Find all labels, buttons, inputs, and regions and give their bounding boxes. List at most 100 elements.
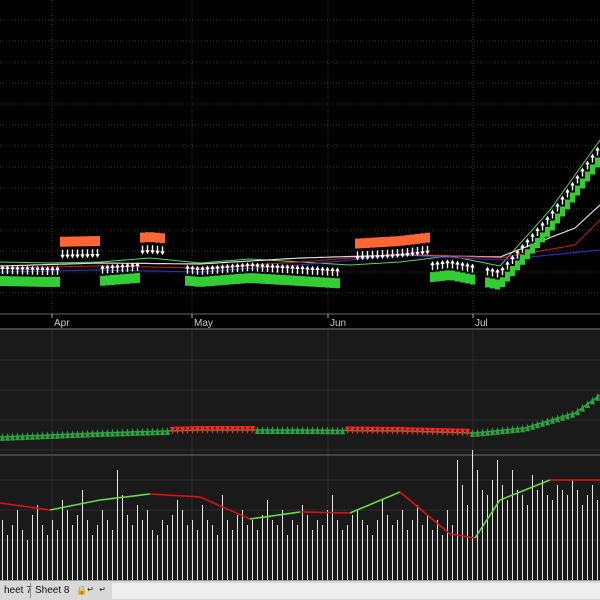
signal-down-block bbox=[425, 232, 430, 243]
signal-down-block bbox=[390, 236, 395, 247]
oscillator-segment bbox=[469, 536, 476, 539]
oscillator-segment bbox=[459, 534, 466, 538]
signal-up-block bbox=[490, 278, 495, 289]
signal-up-block bbox=[330, 277, 335, 288]
signal-down-block bbox=[60, 236, 65, 247]
signal-up-block bbox=[320, 277, 325, 288]
signal-up-block bbox=[0, 276, 5, 287]
signal-up-block bbox=[25, 276, 30, 287]
signal-up-block bbox=[110, 275, 115, 285]
signal-up-block bbox=[430, 272, 435, 283]
signal-down-block bbox=[90, 236, 95, 247]
signal-up-block bbox=[510, 266, 515, 276]
signal-down-block bbox=[405, 235, 410, 246]
oscillator-segment bbox=[279, 513, 286, 516]
oscillator-segment bbox=[109, 497, 116, 500]
signal-up-block bbox=[10, 276, 15, 287]
signal-down-block bbox=[355, 238, 360, 249]
price-pane: Apr May Jun Jul bbox=[0, 0, 600, 329]
link-s-icon[interactable]: ↵ bbox=[86, 584, 95, 596]
signal-down-block bbox=[415, 233, 420, 244]
x-tick-label: May bbox=[194, 318, 213, 329]
oscillator-segment bbox=[264, 515, 271, 518]
signal-up-block bbox=[275, 274, 280, 285]
signal-up-block bbox=[35, 276, 40, 287]
signal-up-block bbox=[120, 274, 125, 285]
link-1-icon[interactable]: ↵ bbox=[98, 584, 107, 596]
oscillator-segment bbox=[449, 533, 456, 536]
oscillator-segment bbox=[39, 507, 46, 511]
signal-up-block bbox=[460, 272, 465, 283]
tab-bar-blank bbox=[112, 583, 600, 599]
signal-up-block bbox=[495, 279, 500, 290]
oscillator-segment bbox=[454, 534, 461, 537]
signal-up-block bbox=[465, 273, 470, 284]
signal-up-block bbox=[130, 273, 135, 284]
signal-up-block bbox=[235, 274, 240, 284]
signal-up-block bbox=[550, 220, 555, 231]
signal-up-block bbox=[555, 213, 560, 224]
x-axis-band bbox=[0, 314, 600, 328]
signal-up-block bbox=[575, 185, 580, 196]
oscillator-segment bbox=[74, 503, 81, 506]
signal-up-block bbox=[290, 275, 295, 286]
oscillator-segment bbox=[29, 506, 36, 509]
signal-up-block bbox=[315, 277, 320, 288]
oscillator-segment bbox=[0, 502, 6, 505]
oscillator-segment bbox=[134, 494, 141, 497]
signal-up-block bbox=[335, 278, 340, 289]
signal-up-block bbox=[195, 276, 200, 287]
oscillator-segment bbox=[464, 535, 471, 538]
volume-pane bbox=[0, 450, 600, 580]
signal-up-block bbox=[450, 270, 455, 281]
signal-down-block bbox=[140, 232, 145, 243]
signal-up-block bbox=[125, 273, 130, 284]
signal-up-block bbox=[15, 276, 20, 287]
signal-up-block bbox=[305, 276, 310, 287]
signal-up-block bbox=[100, 275, 105, 286]
tab-sheet-8[interactable]: Sheet 8 bbox=[30, 583, 73, 598]
oscillator-segment bbox=[89, 500, 96, 503]
signal-down-block bbox=[85, 236, 90, 247]
oscillator-segment bbox=[79, 502, 86, 505]
oscillator-segment bbox=[9, 503, 16, 506]
signal-up-block bbox=[435, 271, 440, 282]
signal-down-block bbox=[65, 236, 70, 247]
signal-down-block bbox=[160, 233, 165, 244]
signal-up-block bbox=[580, 178, 585, 189]
signal-down-block bbox=[380, 237, 385, 248]
signal-up-block bbox=[205, 276, 210, 287]
signal-up-block bbox=[585, 171, 590, 182]
oscillator-segment bbox=[14, 504, 21, 507]
signal-down-block bbox=[370, 237, 375, 248]
signal-up-block bbox=[265, 274, 270, 285]
oscillator-segment bbox=[289, 511, 296, 515]
oscillator-segment bbox=[4, 502, 11, 506]
signal-up-block bbox=[285, 275, 290, 286]
signal-up-block bbox=[530, 243, 535, 254]
oscillator-segment bbox=[54, 507, 61, 510]
signal-down-block bbox=[410, 234, 415, 245]
signal-down-block bbox=[395, 236, 400, 247]
signal-down-block bbox=[420, 233, 425, 244]
signal-up-block bbox=[295, 275, 300, 286]
signal-up-block bbox=[105, 275, 110, 286]
oscillator-segment bbox=[139, 493, 146, 496]
oscillator-segment bbox=[99, 498, 106, 501]
signal-down-block bbox=[80, 236, 85, 247]
signal-up-block bbox=[535, 238, 540, 248]
indicator-pane-bg bbox=[0, 330, 600, 454]
signal-up-block bbox=[45, 276, 50, 287]
oscillator-segment bbox=[294, 511, 301, 514]
signal-up-block bbox=[485, 277, 490, 288]
signal-up-block bbox=[55, 276, 60, 287]
signal-up-block bbox=[40, 276, 45, 287]
oscillator-segment bbox=[49, 508, 56, 511]
signal-up-block bbox=[115, 274, 120, 285]
signal-down-block bbox=[95, 236, 100, 247]
oscillator-segment bbox=[274, 514, 281, 517]
oscillator-segment bbox=[59, 506, 66, 509]
signal-up-block bbox=[440, 270, 445, 281]
lock-icon[interactable]: 🔒 bbox=[76, 584, 87, 596]
signal-up-block bbox=[255, 273, 260, 284]
